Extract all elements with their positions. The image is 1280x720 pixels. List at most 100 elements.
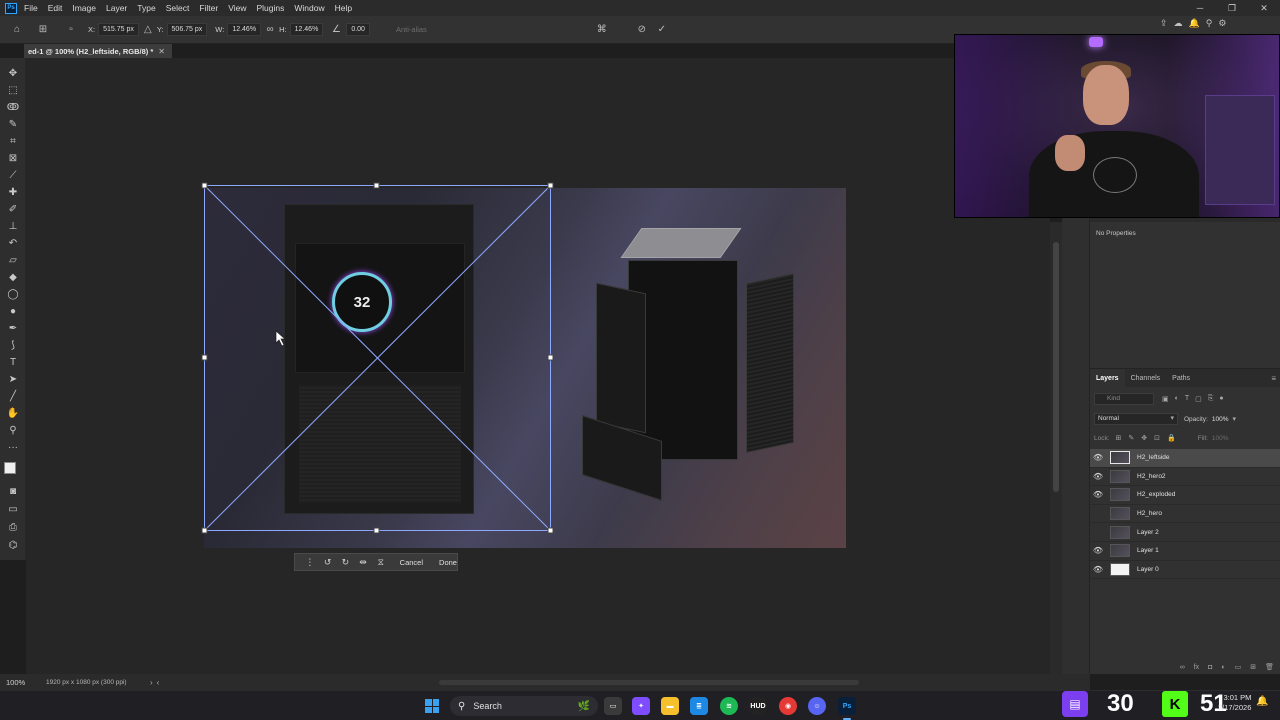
layer-mask-icon[interactable]: ◘	[1208, 664, 1212, 671]
menu-image[interactable]: Image	[72, 3, 96, 13]
menu-help[interactable]: Help	[335, 3, 352, 13]
hand-tool-icon[interactable]: ✋	[5, 406, 21, 420]
cancel-button[interactable]: Cancel	[400, 558, 423, 567]
dodge-tool-icon[interactable]: ●	[5, 304, 21, 318]
menu-plugins[interactable]: Plugins	[256, 3, 284, 13]
width-field[interactable]: 12.46%	[227, 23, 262, 36]
adjustment-filter-icon[interactable]: ◐	[1175, 395, 1179, 403]
layer-style-icon[interactable]: fx	[1194, 664, 1199, 671]
blend-mode-select[interactable]: Normal	[1094, 413, 1178, 425]
scrollbar-thumb[interactable]	[1053, 242, 1059, 492]
bell-icon[interactable]: 🔔	[1189, 18, 1200, 29]
menu-window[interactable]: Window	[294, 3, 324, 13]
new-layer-icon[interactable]: ⊞	[1250, 663, 1256, 671]
minimize-button[interactable]: ─	[1184, 0, 1216, 16]
task-view-icon[interactable]: ▭	[604, 697, 622, 715]
eye-icon[interactable]: 👁	[1090, 546, 1106, 555]
pen-tool-icon-2[interactable]: ⟆	[5, 338, 21, 352]
menu-layer[interactable]: Layer	[106, 3, 127, 13]
flip-horizontal-icon[interactable]: ⇹	[354, 557, 372, 568]
layer-row-layer-1[interactable]: 👁 Layer 1	[1090, 542, 1280, 561]
rotate-left-icon[interactable]: ↺	[319, 557, 337, 568]
crop-tool-icon[interactable]: ⌗	[5, 134, 21, 148]
stamp-tool-icon[interactable]: ⊥	[5, 219, 21, 233]
home-icon[interactable]: ⌂	[10, 23, 24, 37]
filter-toggle-icon[interactable]: ●	[1219, 395, 1223, 403]
menu-filter[interactable]: Filter	[199, 3, 218, 13]
interpolation-select[interactable]: Anti-alias	[396, 25, 427, 34]
notepad-icon[interactable]: ≣	[690, 697, 708, 715]
menu-file[interactable]: File	[24, 3, 38, 13]
file-explorer-icon[interactable]: ▬	[661, 697, 679, 715]
hud-app-icon[interactable]: HUD	[749, 697, 767, 715]
system-clock[interactable]: 3:01 PM 2/17/2026	[1218, 693, 1251, 713]
eye-icon[interactable]: 👁	[1090, 490, 1106, 499]
eye-hidden-icon[interactable]: ·	[1090, 509, 1106, 518]
horizontal-scrollbar[interactable]	[439, 679, 860, 685]
blur-tool-icon[interactable]: ◯	[5, 287, 21, 301]
pen-tool-icon[interactable]: ✒	[5, 321, 21, 335]
cancel-transform-icon[interactable]: ⊘	[635, 23, 649, 37]
new-group-icon[interactable]: ▭	[1235, 663, 1242, 671]
zoom-level[interactable]: 100%	[6, 678, 46, 687]
opacity-field[interactable]: 100%	[1212, 416, 1229, 423]
panel-menu-icon[interactable]: ≡	[1271, 374, 1276, 383]
frame-tool-icon[interactable]: ⊠	[5, 151, 21, 165]
type-tool-icon[interactable]: T	[5, 355, 21, 369]
quick-select-tool-icon[interactable]: ✎	[5, 117, 21, 131]
layer-row-h2-leftside[interactable]: 👁 H2_leftside	[1090, 449, 1280, 468]
type-filter-icon[interactable]: T	[1185, 395, 1189, 403]
chrome-icon[interactable]: ◉	[779, 697, 797, 715]
layer-row-layer-0[interactable]: 👁 Layer 0	[1090, 561, 1280, 580]
canvas-workspace[interactable]: 32	[26, 58, 1050, 674]
layer-row-h2-hero[interactable]: · H2_hero	[1090, 505, 1280, 524]
close-icon[interactable]: ✕	[158, 47, 165, 56]
layer-row-h2-exploded[interactable]: 👁 H2_exploded	[1090, 486, 1280, 505]
rotate-right-icon[interactable]: ↻	[336, 557, 354, 568]
marquee-tool-icon[interactable]: ⬚	[5, 83, 21, 97]
pixel-filter-icon[interactable]: ▣	[1162, 395, 1169, 403]
menu-view[interactable]: View	[228, 3, 246, 13]
foreground-color-swatch[interactable]	[4, 462, 16, 474]
lock-transparent-icon[interactable]: ⊞	[1116, 434, 1122, 442]
lock-position-icon[interactable]: ✥	[1141, 434, 1147, 442]
gear-icon[interactable]: ⚙	[1218, 18, 1226, 29]
line-tool-icon[interactable]: ╱	[5, 389, 21, 403]
discord-icon[interactable]: ☺	[808, 697, 826, 715]
chevron-right-icon[interactable]: ›	[150, 678, 153, 687]
screen-mode-icon[interactable]: ▭	[5, 502, 21, 516]
document-tab[interactable]: ed-1 @ 100% (H2_leftside, RGB/8) * ✕	[24, 44, 172, 58]
shape-filter-icon[interactable]: ▢	[1195, 395, 1202, 403]
done-button[interactable]: Done	[439, 558, 457, 567]
cloud-icon[interactable]: ☁	[1174, 18, 1183, 29]
kind-filter-select[interactable]: Kind	[1094, 393, 1154, 405]
adjustment-layer-icon[interactable]: ◐	[1221, 664, 1225, 671]
flip-vertical-icon[interactable]: ⧖	[372, 557, 390, 568]
menu-select[interactable]: Select	[166, 3, 190, 13]
tab-channels[interactable]: Channels	[1125, 369, 1167, 387]
warp-icon[interactable]: ⌘	[595, 23, 609, 37]
tab-paths[interactable]: Paths	[1166, 369, 1196, 387]
reference-point-icon[interactable]: ▫	[64, 23, 78, 37]
copilot-icon[interactable]: ✦	[632, 697, 650, 715]
eye-icon[interactable]: 👁	[1090, 453, 1106, 462]
transform-tool-icon[interactable]: ⊞	[36, 23, 50, 37]
drag-handle-icon[interactable]: ⋮	[301, 557, 319, 568]
eraser-tool-icon[interactable]: ▱	[5, 253, 21, 267]
path-select-icon[interactable]: ➤	[5, 372, 21, 386]
move-tool-icon[interactable]: ✥	[5, 66, 21, 80]
y-position-field[interactable]: 506.75 px	[166, 23, 208, 36]
fill-field[interactable]: 100%	[1212, 435, 1229, 442]
photoshop-taskbar-icon[interactable]: Ps	[838, 697, 856, 720]
close-button[interactable]: ✕	[1248, 0, 1280, 16]
healing-brush-icon[interactable]: ✚	[5, 185, 21, 199]
start-button-icon[interactable]	[425, 699, 439, 713]
x-position-field[interactable]: 515.75 px	[98, 23, 139, 36]
quick-mask-icon[interactable]: ◙	[5, 484, 21, 498]
paint-bucket-icon[interactable]: ◆	[5, 270, 21, 284]
eyedropper-tool-icon[interactable]: ⟋	[5, 168, 21, 182]
layer-row-layer-2[interactable]: · Layer 2	[1090, 523, 1280, 542]
eye-icon[interactable]: 👁	[1090, 565, 1106, 574]
lock-image-icon[interactable]: ✎	[1128, 434, 1134, 442]
layer-row-h2-hero2[interactable]: 👁 H2_hero2	[1090, 468, 1280, 487]
